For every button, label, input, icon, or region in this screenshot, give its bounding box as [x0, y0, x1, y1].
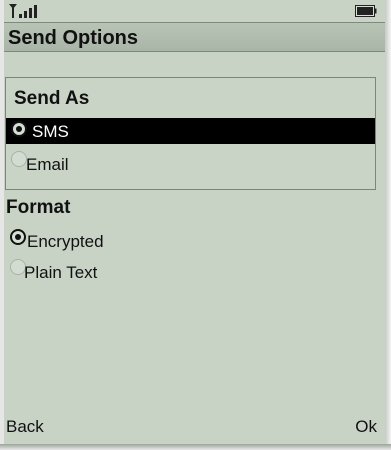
radio-selected-icon: [10, 229, 26, 245]
back-softkey[interactable]: Back: [6, 416, 44, 438]
phone-frame: Send Options Send As SMS Email Format En…: [0, 0, 391, 450]
phone-frame-edge: [385, 0, 391, 450]
radio-option-sms[interactable]: SMS: [6, 118, 375, 144]
status-bar: [4, 0, 387, 22]
radio-option-plain-text[interactable]: Plain Text: [4, 256, 374, 282]
signal-icon: [9, 4, 37, 18]
battery-icon: [355, 5, 377, 17]
send-as-title: Send As: [14, 88, 90, 109]
phone-screen: Send Options Send As SMS Email Format En…: [4, 0, 387, 450]
radio-unselected-icon: [11, 151, 27, 167]
option-label-encrypted: Encrypted: [27, 232, 104, 251]
option-label-plain-text: Plain Text: [24, 263, 98, 282]
radio-selected-icon: [11, 121, 27, 137]
option-label-email: Email: [26, 155, 69, 174]
radio-option-encrypted[interactable]: Encrypted: [4, 226, 374, 252]
option-label-sms: SMS: [32, 122, 69, 141]
send-as-group: Send As SMS Email: [5, 77, 376, 190]
page-title: Send Options: [8, 27, 138, 49]
ok-softkey[interactable]: Ok: [355, 416, 377, 438]
phone-frame-bottom-edge: [0, 444, 391, 450]
title-bar: Send Options: [4, 22, 387, 52]
radio-option-email[interactable]: Email: [6, 148, 375, 174]
format-title: Format: [6, 197, 71, 218]
